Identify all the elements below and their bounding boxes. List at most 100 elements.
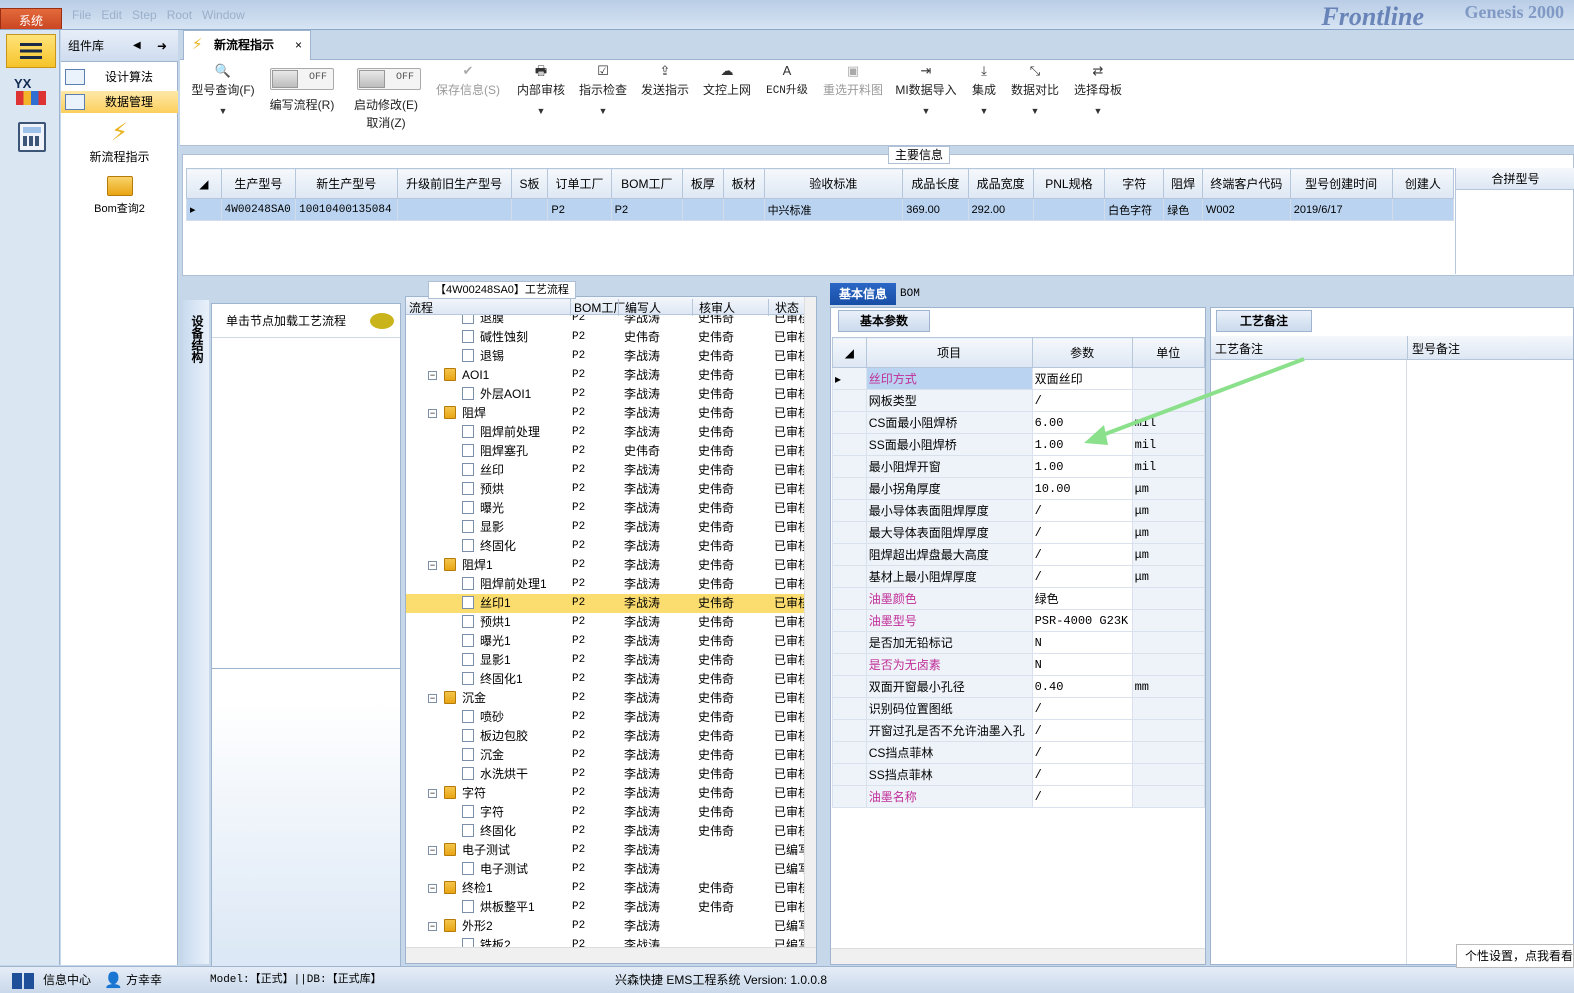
process-tree-row[interactable]: 曝光1 P2 李战涛 史伟奇 已审核 xyxy=(406,632,804,651)
param-row[interactable]: 油墨颜色 绿色 xyxy=(832,587,1206,610)
process-tree[interactable]: 退膜P2李战涛史伟奇已审核碱性蚀刻P2史伟奇史伟奇已审核退锡P2李战涛史伟奇已审… xyxy=(406,315,804,947)
select-master-button[interactable]: ⇄ 选择母板 ▼ xyxy=(1070,64,1126,117)
collapse-toggle-icon[interactable]: − xyxy=(428,561,437,570)
column-header[interactable]: 生产型号 xyxy=(220,168,297,199)
process-node[interactable]: 水洗烘干 xyxy=(462,765,528,784)
process-node[interactable]: 沉金 xyxy=(462,746,504,765)
process-node[interactable]: 电子测试 xyxy=(462,860,528,879)
collapse-toggle-icon[interactable]: − xyxy=(428,789,437,798)
calculator-icon[interactable] xyxy=(18,122,46,152)
process-node[interactable]: 阻焊前处理 xyxy=(462,423,540,442)
param-row[interactable]: 最小导体表面阻焊厚度 / μm xyxy=(832,499,1206,522)
param-row[interactable]: 油墨型号 PSR-4000 G23K xyxy=(832,609,1206,632)
process-tree-row[interactable]: 终固化 P2 李战涛 史伟奇 已审核 xyxy=(406,537,804,556)
process-node[interactable]: 曝光1 xyxy=(462,632,511,651)
main-info-cell[interactable] xyxy=(396,198,512,221)
process-tree-row[interactable]: 喷砂 P2 李战涛 史伟奇 已审核 xyxy=(406,708,804,727)
column-header[interactable]: 创建人 xyxy=(1391,168,1455,199)
process-node[interactable]: 阻焊1 xyxy=(444,556,493,575)
main-info-cell[interactable] xyxy=(1391,198,1455,221)
column-header[interactable]: 字符 xyxy=(1104,168,1165,199)
param-value[interactable]: / xyxy=(1031,785,1133,808)
main-info-cell[interactable]: 中兴标准 xyxy=(763,198,904,221)
collapse-toggle-icon[interactable]: − xyxy=(428,884,437,893)
main-info-cell[interactable]: 白色字符 xyxy=(1104,198,1165,221)
process-tree-row[interactable]: − 阻焊 P2 李战涛 史伟奇 已审核 xyxy=(406,404,804,423)
process-node[interactable]: 字符 xyxy=(444,784,486,803)
param-value[interactable]: / xyxy=(1031,763,1133,786)
ecn-upgrade-button[interactable]: A ECN升级 xyxy=(762,64,812,98)
param-value[interactable]: / xyxy=(1031,697,1133,720)
collapse-toggle-icon[interactable]: − xyxy=(428,694,437,703)
param-value[interactable]: N xyxy=(1031,631,1133,654)
collapse-toggle-icon[interactable]: − xyxy=(428,371,437,380)
process-node[interactable]: 阻焊 xyxy=(444,404,486,423)
param-row[interactable]: 最大导体表面阻焊厚度 / μm xyxy=(832,521,1206,544)
data-compare-button[interactable]: ⤡ 数据对比 ▼ xyxy=(1010,64,1060,117)
process-tree-row[interactable]: 水洗烘干 P2 李战涛 史伟奇 已审核 xyxy=(406,765,804,784)
process-tree-row[interactable]: 终固化 P2 李战涛 史伟奇 已审核 xyxy=(406,822,804,841)
param-row[interactable]: 阻焊超出焊盘最大高度 / μm xyxy=(832,543,1206,566)
param-value[interactable]: / xyxy=(1031,719,1133,742)
main-info-cell[interactable]: P2 xyxy=(547,198,612,221)
process-tree-row[interactable]: 碱性蚀刻 P2 史伟奇 史伟奇 已审核 xyxy=(406,328,804,347)
new-flow-launcher[interactable]: ⚡ 新流程指示 xyxy=(61,118,178,164)
process-tree-row[interactable]: 外层AOI1 P2 李战涛 史伟奇 已审核 xyxy=(406,385,804,404)
process-tree-row[interactable]: 阻焊塞孔 P2 史伟奇 史伟奇 已审核 xyxy=(406,442,804,461)
hamburger-menu-button[interactable] xyxy=(6,34,56,68)
column-header[interactable]: PNL规格 xyxy=(1032,168,1106,199)
process-node[interactable]: 铣板2 xyxy=(462,936,511,947)
param-row[interactable]: 是否为无卤素 N xyxy=(832,653,1206,676)
process-tree-row[interactable]: 沉金 P2 李战涛 史伟奇 已审核 xyxy=(406,746,804,765)
process-tree-row[interactable]: 预烘1 P2 李战涛 史伟奇 已审核 xyxy=(406,613,804,632)
param-row[interactable]: SS挡点菲林 / xyxy=(832,763,1206,786)
device-tree[interactable] xyxy=(212,339,400,669)
process-tree-row[interactable]: 曝光 P2 李战涛 史伟奇 已审核 xyxy=(406,499,804,518)
process-node[interactable]: 显影 xyxy=(462,518,504,537)
process-horizontal-scrollbar[interactable] xyxy=(406,947,816,963)
process-tree-row[interactable]: 阻焊前处理1 P2 李战涛 史伟奇 已审核 xyxy=(406,575,804,594)
tab-basic-params[interactable]: 基本参数 xyxy=(838,310,930,332)
process-node[interactable]: 曝光 xyxy=(462,499,504,518)
process-node[interactable]: 烘板整平1 xyxy=(462,898,535,917)
main-info-cell[interactable] xyxy=(510,198,549,221)
param-row[interactable]: 识别码位置图纸 / xyxy=(832,697,1206,720)
param-row[interactable]: 双面开窗最小孔径 0.40 mm xyxy=(832,675,1206,698)
process-node[interactable]: 板边包胶 xyxy=(462,727,528,746)
device-structure-tab[interactable] xyxy=(183,300,209,964)
param-row[interactable]: 油墨名称 / xyxy=(832,785,1206,808)
cancel-button[interactable]: 取消(Z) xyxy=(346,114,426,131)
column-header[interactable]: 成品宽度 xyxy=(967,168,1034,199)
process-node[interactable]: AOI1 xyxy=(444,366,489,385)
process-node[interactable]: 阻焊塞孔 xyxy=(462,442,528,461)
doc-online-button[interactable]: ☁ 文控上网 xyxy=(700,64,754,98)
process-tree-row[interactable]: − 沉金 P2 李战涛 史伟奇 已审核 xyxy=(406,689,804,708)
main-info-cell[interactable]: P2 xyxy=(610,198,684,221)
process-node[interactable]: 电子测试 xyxy=(444,841,510,860)
main-info-cell[interactable]: W002 xyxy=(1202,198,1291,221)
process-remark-field[interactable] xyxy=(1211,360,1407,964)
param-row[interactable]: 最小阻焊开窗 1.00 mil xyxy=(832,455,1206,478)
process-tree-row[interactable]: 退膜 P2 李战涛 史伟奇 已审核 xyxy=(406,315,804,328)
personalize-tooltip[interactable]: 个性设置，点我看看 xyxy=(1456,944,1574,968)
process-tree-row[interactable]: 预烘 P2 李战涛 史伟奇 已审核 xyxy=(406,480,804,499)
send-instruction-button[interactable]: ⇪ 发送指示 xyxy=(638,64,692,98)
main-info-cell[interactable]: 292.00 xyxy=(967,198,1034,221)
process-tree-row[interactable]: 退锡 P2 李战涛 史伟奇 已审核 xyxy=(406,347,804,366)
process-tree-row[interactable]: 丝印 P2 李战涛 史伟奇 已审核 xyxy=(406,461,804,480)
main-info-cell[interactable]: 绿色 xyxy=(1163,198,1204,221)
component-item-data-management[interactable]: 数据管理 xyxy=(61,91,178,113)
info-center-link[interactable]: 信息中心 xyxy=(43,967,91,993)
speech-bubble-icon[interactable] xyxy=(370,313,394,329)
reselect-drawing-button[interactable]: ▣ 重选开料图 xyxy=(820,64,886,98)
process-node[interactable]: 沉金 xyxy=(444,689,486,708)
pin-icon[interactable]: ➜ xyxy=(157,30,167,62)
model-query-button[interactable]: 🔍 型号查询(F) ▼ xyxy=(188,64,258,117)
column-header[interactable]: S板 xyxy=(510,168,549,199)
tab-process-remark[interactable]: 工艺备注 xyxy=(1216,310,1312,332)
main-info-cell[interactable]: 10010400135084 xyxy=(295,198,398,221)
column-header[interactable]: 阻焊 xyxy=(1163,168,1204,199)
column-header[interactable]: 板厚 xyxy=(682,168,724,199)
internal-review-button[interactable]: 🖶 内部审核 ▼ xyxy=(514,64,568,117)
edit-flow-toggle[interactable]: OFF xyxy=(270,68,334,90)
